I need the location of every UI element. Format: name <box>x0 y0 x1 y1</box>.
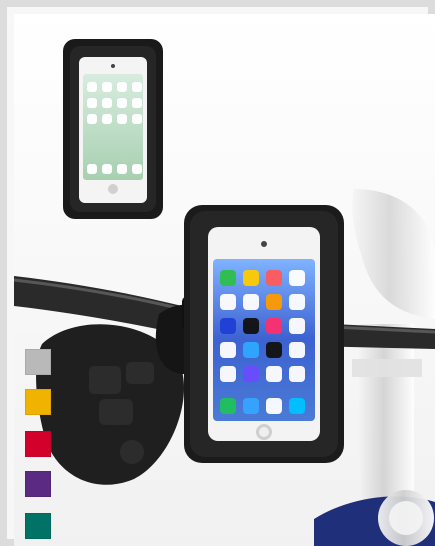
headlight-chrome <box>352 189 435 319</box>
phone-case-main <box>184 205 344 463</box>
color-swatch-silver[interactable] <box>25 349 51 375</box>
product-image-frame <box>0 0 435 546</box>
product-photo <box>14 14 435 546</box>
color-swatch-teal[interactable] <box>25 513 51 539</box>
phone-inset <box>63 39 163 219</box>
product-illustration <box>14 39 435 546</box>
fuel-tank <box>314 490 435 546</box>
color-swatch-red[interactable] <box>25 431 51 457</box>
color-swatch-yellow[interactable] <box>25 389 51 415</box>
color-swatch-purple[interactable] <box>25 471 51 497</box>
